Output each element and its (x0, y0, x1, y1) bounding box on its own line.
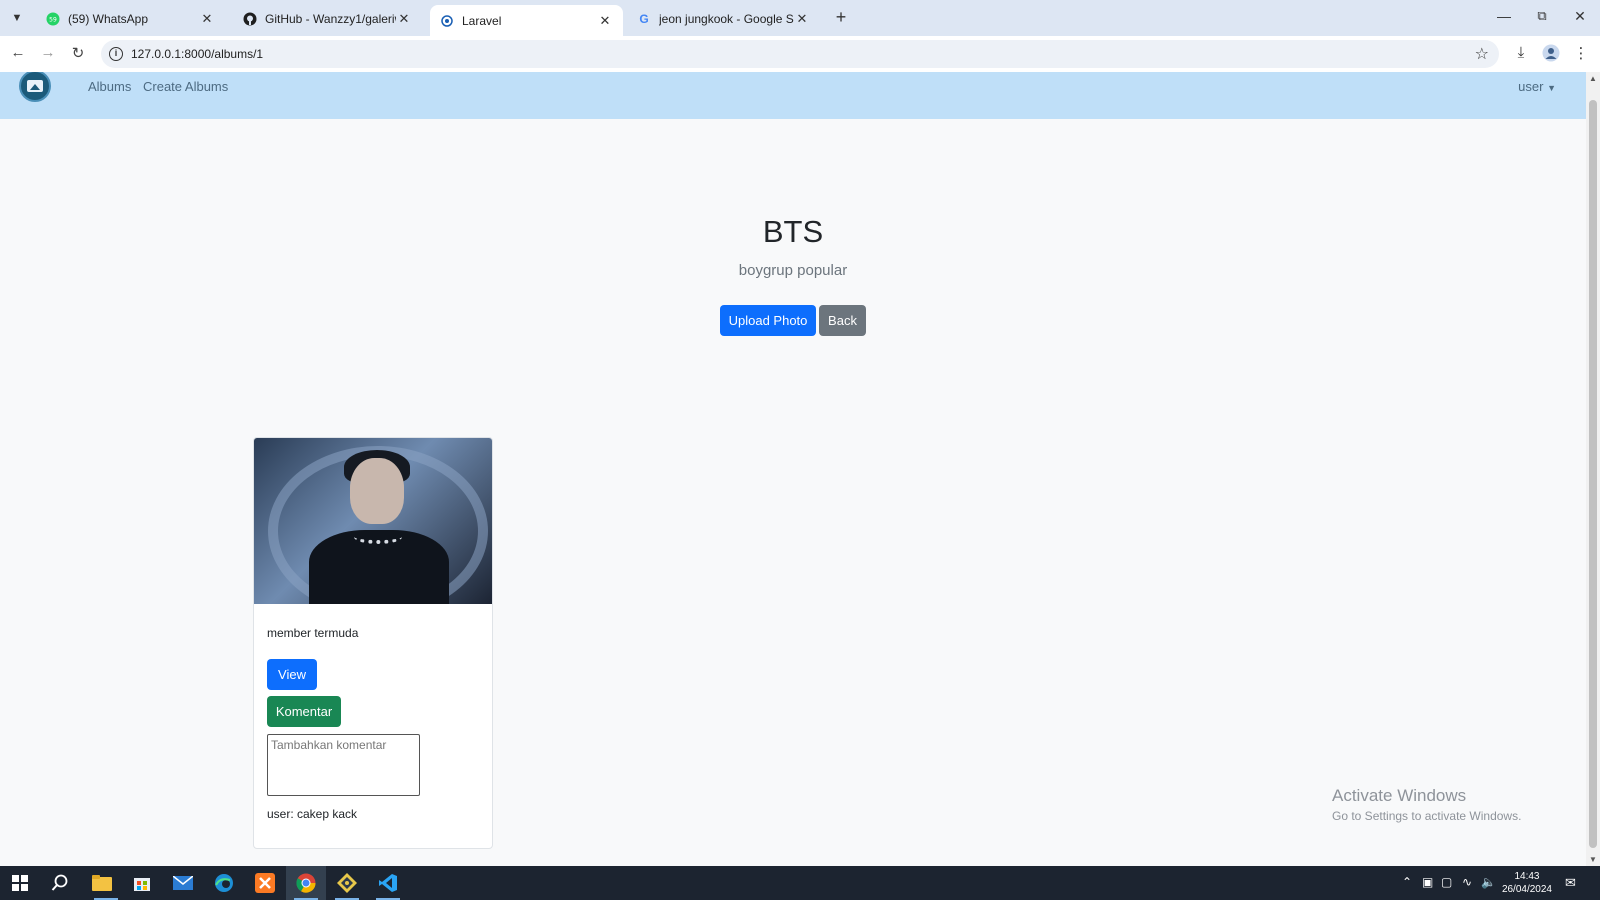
page-scrollbar[interactable]: ▲ ▼ (1586, 72, 1600, 866)
window-close-icon[interactable]: ✕ (1570, 8, 1590, 25)
tray-display-icon[interactable]: ▢ (1441, 875, 1452, 889)
tab-laravel[interactable]: Laravel ✕ (430, 5, 623, 36)
brand-logo-icon[interactable] (19, 72, 51, 102)
search-icon[interactable] (48, 871, 72, 895)
caret-down-icon: ▼ (1547, 83, 1556, 93)
xampp-icon[interactable] (253, 871, 277, 895)
tab-search-chevron-icon[interactable]: ▼ (6, 7, 28, 29)
windows-taskbar: ⌃ ▣ ▢ ∿ 🔈 14:43 26/04/2024 ✉ (0, 866, 1600, 900)
tab-title: GitHub - Wanzzy1/galeriwahda (265, 12, 396, 26)
reload-icon[interactable]: ↻ (67, 44, 89, 64)
url-text[interactable]: 127.0.0.1:8000/albums/1 (131, 47, 263, 61)
address-bar[interactable]: i 127.0.0.1:8000/albums/1 ☆ (101, 40, 1499, 68)
photo-image[interactable] (254, 438, 492, 604)
app-diamond-icon[interactable] (335, 871, 359, 895)
close-icon[interactable]: ✕ (396, 11, 412, 27)
browser-tab-bar: ▼ 59 (59) WhatsApp ✕ GitHub - Wanzzy1/ga… (0, 0, 1600, 36)
close-icon[interactable]: ✕ (199, 11, 215, 27)
scrollbar-thumb[interactable] (1589, 100, 1597, 848)
new-tab-button[interactable]: + (830, 7, 852, 28)
tab-title: Laravel (462, 13, 502, 28)
download-icon[interactable]: ⤓ (1510, 44, 1532, 66)
nav-link-albums[interactable]: Albums (88, 79, 131, 94)
browser-toolbar: ← → ↻ i 127.0.0.1:8000/albums/1 ☆ ⤓ ⋮ (0, 36, 1600, 72)
restore-icon[interactable]: ⧉ (1532, 8, 1552, 24)
back-button[interactable]: Back (819, 305, 866, 336)
nav-link-create-albums[interactable]: Create Albums (143, 79, 228, 94)
tab-google-search[interactable]: G jeon jungkook - Google Search ✕ (627, 5, 820, 33)
volume-icon[interactable]: 🔈 (1481, 875, 1496, 889)
mail-icon[interactable] (171, 871, 195, 895)
komentar-button[interactable]: Komentar (267, 696, 341, 727)
close-icon[interactable]: ✕ (597, 13, 613, 29)
page-viewport: Albums Create Albums user ▼ BTS boygrup … (0, 72, 1586, 866)
minimize-icon[interactable]: — (1494, 8, 1514, 24)
activate-windows-subtitle: Go to Settings to activate Windows. (1332, 809, 1522, 823)
windows-start-icon[interactable] (8, 871, 32, 895)
chrome-icon[interactable] (294, 871, 318, 895)
tab-title: jeon jungkook - Google Search (659, 12, 794, 26)
profile-icon[interactable] (1540, 44, 1562, 66)
browser-menu-icon[interactable]: ⋮ (1570, 44, 1592, 66)
tray-chevron-up-icon[interactable]: ⌃ (1402, 875, 1412, 889)
clock-time: 14:43 (1514, 871, 1540, 882)
comment-input[interactable] (267, 734, 420, 796)
view-button[interactable]: View (267, 659, 317, 690)
file-explorer-icon[interactable] (90, 871, 114, 895)
forward-arrow-icon[interactable]: → (37, 44, 59, 64)
svg-text:59: 59 (49, 17, 57, 24)
tray-device-icon[interactable]: ▣ (1422, 875, 1433, 889)
scroll-up-icon[interactable]: ▲ (1589, 74, 1597, 83)
comment-item: user: cakep kack (267, 807, 358, 821)
back-arrow-icon[interactable]: ← (7, 44, 29, 64)
app-navbar: Albums Create Albums user ▼ (0, 72, 1586, 119)
google-icon: G (639, 12, 649, 26)
photo-caption: member termuda (267, 626, 359, 640)
user-dropdown[interactable]: user ▼ (1518, 79, 1556, 94)
user-dropdown-label: user (1518, 79, 1544, 94)
globe-icon (440, 14, 454, 28)
wifi-icon[interactable]: ∿ (1462, 875, 1472, 889)
album-title: BTS (762, 214, 824, 249)
album-description: boygrup popular (738, 262, 848, 279)
edge-icon[interactable] (212, 871, 236, 895)
tab-whatsapp[interactable]: 59 (59) WhatsApp ✕ (36, 5, 225, 33)
bookmark-star-icon[interactable]: ☆ (1475, 44, 1489, 64)
activate-windows-title: Activate Windows (1332, 786, 1467, 805)
site-info-icon[interactable]: i (109, 47, 123, 61)
store-icon[interactable] (130, 871, 154, 895)
upload-photo-button[interactable]: Upload Photo (720, 305, 816, 336)
notification-icon[interactable]: ✉ (1565, 875, 1576, 891)
tab-title: (59) WhatsApp (68, 12, 149, 26)
scroll-down-icon[interactable]: ▼ (1589, 855, 1597, 864)
tab-github[interactable]: GitHub - Wanzzy1/galeriwahda ✕ (233, 5, 422, 33)
photo-card: member termuda View Komentar user: cakep… (253, 437, 493, 849)
whatsapp-icon: 59 (46, 12, 60, 26)
close-icon[interactable]: ✕ (794, 11, 810, 27)
github-icon (243, 12, 257, 26)
clock-date: 26/04/2024 (1501, 884, 1552, 895)
vscode-icon[interactable] (376, 871, 400, 895)
taskbar-clock[interactable]: 14:43 26/04/2024 (1502, 870, 1552, 896)
